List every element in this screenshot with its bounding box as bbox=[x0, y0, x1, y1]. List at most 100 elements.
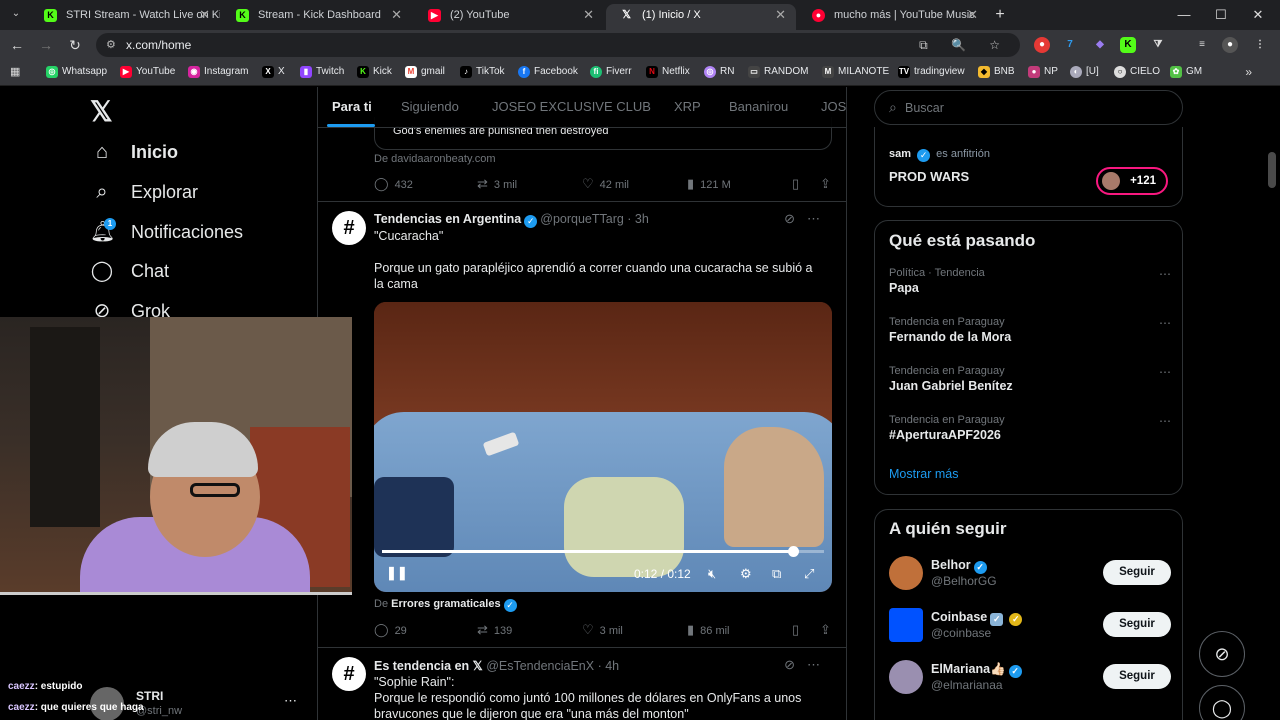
tab-joseo-exclusive-club[interactable]: JOSEO EXCLUSIVE CLUB bbox=[492, 99, 651, 114]
share-button[interactable]: ⇪ bbox=[820, 622, 837, 638]
extension-icon[interactable]: ◆ bbox=[1092, 37, 1108, 53]
tab-siguiendo[interactable]: Siguiendo bbox=[401, 99, 459, 114]
extension-record-icon[interactable]: ● bbox=[1034, 37, 1050, 53]
fullscreen-icon[interactable]: ⤢ bbox=[804, 566, 814, 582]
search-input[interactable]: ⌕ Buscar bbox=[874, 90, 1183, 125]
trend-item[interactable]: Tendencia en Paraguay #AperturaAPF2026 ⋯ bbox=[889, 414, 1171, 442]
grok-icon[interactable]: ⊘ bbox=[784, 211, 807, 226]
chat-fab-icon[interactable]: ◯ bbox=[1199, 685, 1245, 720]
avatar[interactable]: # bbox=[332, 211, 366, 245]
more-icon[interactable]: ⋯ bbox=[1159, 316, 1171, 330]
trend-item[interactable]: Tendencia en Paraguay Fernando de la Mor… bbox=[889, 316, 1171, 344]
author-name[interactable]: Tendencias en Argentina bbox=[374, 212, 521, 226]
follow-suggestion[interactable]: Coinbase ✓ ✓ @coinbase Seguir bbox=[889, 608, 1171, 644]
bookmark-tiktok[interactable]: ♪ TikTok bbox=[460, 66, 505, 78]
bookmark-cielo[interactable]: ○ CIELO bbox=[1114, 66, 1160, 78]
omnibox-actions[interactable]: ⧉ 🔍 ☆ bbox=[919, 33, 1010, 57]
apps-grid-icon[interactable]: ▦ bbox=[10, 66, 22, 78]
avatar[interactable]: # bbox=[332, 657, 366, 691]
bookmark-gmail[interactable]: Mgmail bbox=[405, 66, 445, 78]
bookmark-x[interactable]: XX bbox=[262, 66, 285, 78]
bookmark-twitch[interactable]: ▮ Twitch bbox=[300, 66, 344, 78]
new-tab-button[interactable]: + bbox=[990, 5, 1010, 25]
tab-para-ti[interactable]: Para ti bbox=[332, 99, 372, 114]
trend-item[interactable]: Tendencia en Paraguay Juan Gabriel Benít… bbox=[889, 365, 1171, 393]
bookmark-button[interactable]: ▯ bbox=[792, 622, 805, 638]
site-info-icon[interactable]: ⚙ bbox=[106, 33, 116, 57]
address-bar[interactable]: ⚙ x.com/home ⧉ 🔍 ☆ bbox=[96, 33, 1020, 57]
tab-search-chevron-icon[interactable]: ⌄ bbox=[8, 6, 24, 22]
extension-icon[interactable]: 7 bbox=[1062, 37, 1078, 53]
author-handle[interactable]: @EsTendenciaEnX · 4h bbox=[486, 659, 619, 673]
close-icon[interactable]: ✕ bbox=[775, 4, 786, 26]
close-icon[interactable]: ✕ bbox=[583, 4, 594, 26]
more-icon[interactable]: ⋯ bbox=[1159, 365, 1171, 379]
bookmark-u[interactable]: ◐ [U] bbox=[1070, 66, 1099, 78]
reply-button[interactable]: ◯ 29 bbox=[374, 622, 407, 638]
bookmark-rn[interactable]: ◎ RN bbox=[704, 66, 734, 78]
browser-tab[interactable]: ● mucho más | YouTube Music ✕ bbox=[798, 4, 988, 30]
close-icon[interactable]: ✕ bbox=[391, 4, 402, 26]
settings-icon[interactable]: ⚙ bbox=[740, 566, 752, 582]
tab-bananirou[interactable]: Bananirou bbox=[729, 99, 788, 114]
source-line[interactable]: De Errores gramaticales ✓ bbox=[374, 598, 520, 612]
follow-suggestion[interactable]: Belhor ✓ @BelhorGG Seguir bbox=[889, 556, 1171, 592]
author-handle[interactable]: @porqueTTarg · 3h bbox=[540, 212, 649, 226]
repost-button[interactable]: ⇄ 139 bbox=[477, 622, 512, 638]
picture-in-picture-icon[interactable]: ⧉ bbox=[772, 566, 781, 582]
video-scrub-handle[interactable] bbox=[788, 546, 800, 557]
like-button[interactable]: ♡ 42 mil bbox=[582, 176, 629, 192]
trend-item[interactable]: Política · Tendencia Papa ⋯ bbox=[889, 267, 1171, 295]
views-button[interactable]: ▮ 121 M bbox=[687, 176, 731, 192]
more-icon[interactable]: ⋯ bbox=[1159, 267, 1171, 281]
media-control-icon[interactable]: ≡ bbox=[1194, 37, 1210, 53]
nav-chat[interactable]: ◯ Chat bbox=[90, 256, 169, 286]
bookmark-youtube[interactable]: ▶ YouTube bbox=[120, 66, 175, 78]
bookmark-gm[interactable]: ✿ GM bbox=[1170, 66, 1202, 78]
browser-menu-icon[interactable]: ⋮ bbox=[1252, 37, 1268, 53]
bookmark-instagram[interactable]: ◉ Instagram bbox=[188, 66, 248, 78]
share-button[interactable]: ⇪ bbox=[820, 176, 837, 192]
mute-icon[interactable]: 🔇︎ bbox=[708, 566, 716, 582]
close-icon[interactable]: ✕ bbox=[199, 4, 210, 26]
reply-button[interactable]: ◯ 432 bbox=[374, 176, 413, 192]
reload-icon[interactable]: ↻ bbox=[66, 36, 84, 54]
source-line[interactable]: De davidaaronbeaty.com bbox=[374, 153, 495, 165]
grok-icon[interactable]: ⊘ bbox=[784, 657, 807, 672]
bookmark-whatsapp[interactable]: ◎ Whatsapp bbox=[46, 66, 107, 78]
bookmark-milanote[interactable]: M MILANOTE bbox=[822, 66, 889, 78]
author-name[interactable]: Es tendencia en 𝕏 bbox=[374, 659, 483, 673]
bookmark-button[interactable]: ▯ bbox=[792, 176, 805, 192]
nav-notifications[interactable]: 🔔︎ 1 Notificaciones bbox=[90, 217, 243, 247]
window-close-icon[interactable]: ✕ bbox=[1248, 5, 1268, 25]
bookmark-bnb[interactable]: ◆ BNB bbox=[978, 66, 1015, 78]
like-button[interactable]: ♡ 3 mil bbox=[582, 622, 623, 638]
maximize-icon[interactable]: ☐ bbox=[1211, 5, 1231, 25]
browser-tab-active[interactable]: 𝕏 (1) Inicio / X ✕ bbox=[606, 4, 796, 30]
profile-avatar[interactable]: ● bbox=[1222, 37, 1238, 53]
follow-button[interactable]: Seguir bbox=[1103, 664, 1171, 689]
pause-icon[interactable]: ❚❚ bbox=[386, 565, 408, 581]
forward-icon[interactable]: → bbox=[37, 36, 55, 54]
more-icon[interactable]: ⋯ bbox=[807, 657, 832, 672]
back-icon[interactable]: ← bbox=[8, 36, 26, 54]
tab-xrp[interactable]: XRP bbox=[674, 99, 701, 114]
bookmark-fiverr[interactable]: fi Fiverr bbox=[590, 66, 632, 78]
bookmark-kick[interactable]: K Kick bbox=[357, 66, 392, 78]
more-icon[interactable]: ⋯ bbox=[807, 211, 832, 226]
nav-explore[interactable]: ⌕ Explorar bbox=[90, 177, 198, 207]
bookmark-facebook[interactable]: f Facebook bbox=[518, 66, 578, 78]
repost-button[interactable]: ⇄ 3 mil bbox=[477, 176, 517, 192]
browser-tab[interactable]: ▶ (2) YouTube ✕ bbox=[414, 4, 604, 30]
views-button[interactable]: ▮ 86 mil bbox=[687, 622, 730, 638]
browser-tab[interactable]: K Stream - Kick Dashboard ✕ bbox=[222, 4, 412, 30]
extension-kick-icon[interactable]: K bbox=[1120, 37, 1136, 53]
bookmark-netflix[interactable]: N Netflix bbox=[646, 66, 690, 78]
page-scrollbar[interactable] bbox=[1268, 152, 1276, 188]
grok-fab-icon[interactable]: ⊘ bbox=[1199, 631, 1245, 677]
follow-suggestion[interactable]: ElMariana👍🏻 ✓ @elmarianaa Seguir bbox=[889, 660, 1171, 696]
minimize-icon[interactable]: — bbox=[1174, 5, 1194, 25]
bookmark-np[interactable]: ● NP bbox=[1028, 66, 1058, 78]
bookmark-random[interactable]: ▭ RANDOM bbox=[748, 66, 808, 78]
show-more-link[interactable]: Mostrar más bbox=[889, 467, 958, 481]
